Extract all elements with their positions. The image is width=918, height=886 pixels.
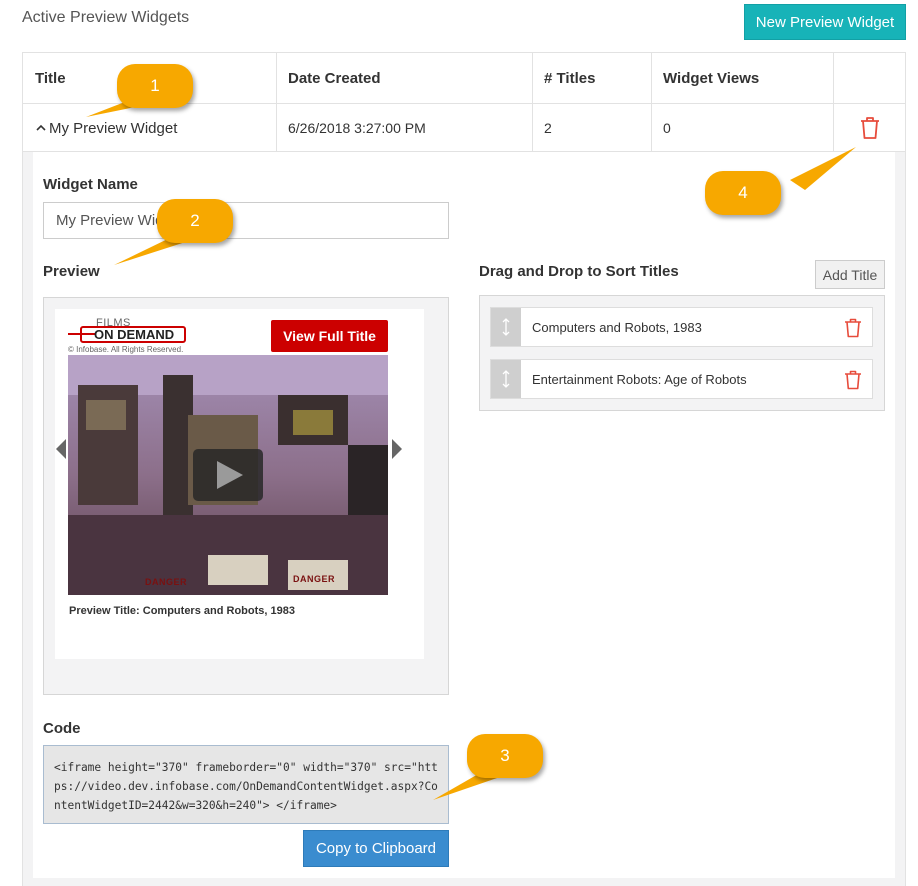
callout-2: 2 — [157, 199, 233, 243]
callout-3: 3 — [467, 734, 543, 778]
callout-4: 4 — [705, 171, 781, 215]
callout-1: 1 — [117, 64, 193, 108]
callout-pointers — [86, 100, 856, 800]
